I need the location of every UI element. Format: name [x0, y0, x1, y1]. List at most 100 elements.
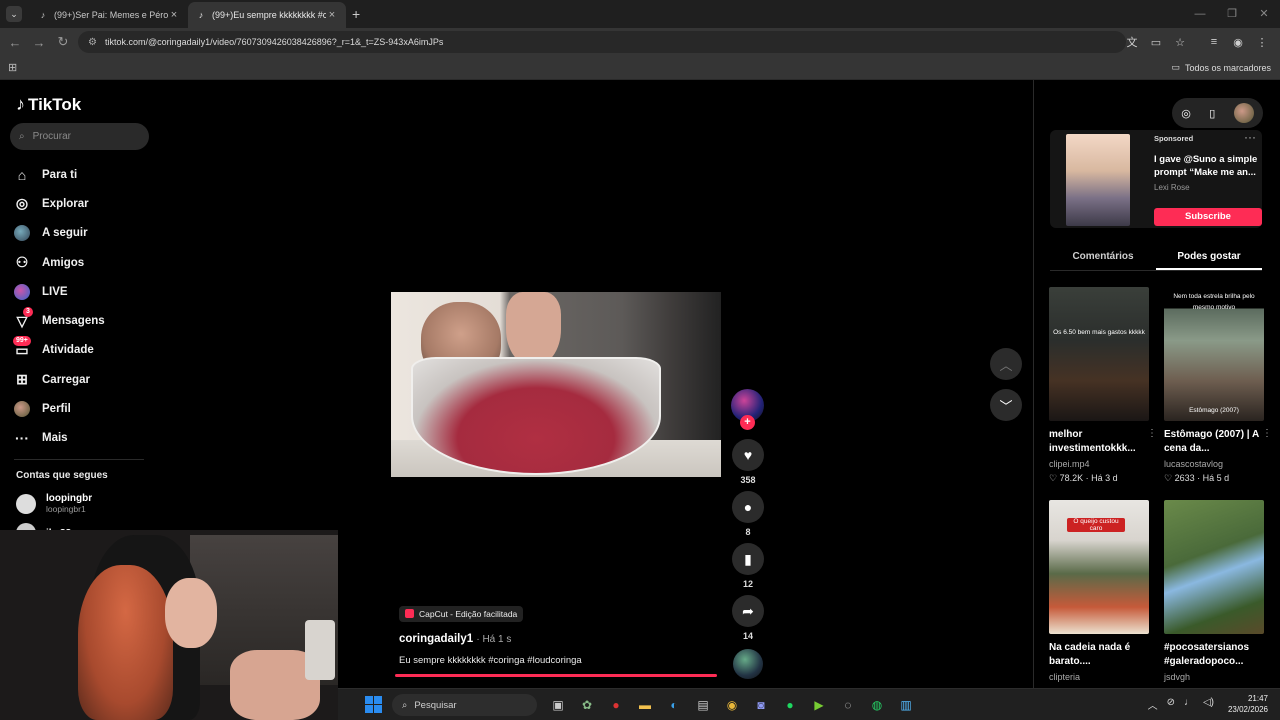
avatar[interactable]	[1233, 103, 1254, 123]
chrome-icon[interactable]: ◉	[720, 693, 744, 717]
task-view-icon[interactable]: ▣	[546, 693, 570, 717]
recommended-video-card[interactable]: Nem toda estrela brilha pelo mesmo motiv…	[1164, 287, 1272, 484]
back-icon[interactable]: ←	[3, 35, 27, 50]
video-thumbnail[interactable]: Os 6.50 bem mais gastos kkkkk	[1049, 287, 1149, 421]
browser-tab-1[interactable]: ♪ (99+)Ser Pai: Memes e Pérolas ×	[30, 2, 188, 28]
capcut-effect-tag[interactable]: CapCut - Edição facilitada	[399, 605, 524, 622]
share-button[interactable]: ➦ 14	[731, 595, 765, 641]
tray-chevron-icon[interactable]: ︿	[1148, 697, 1158, 712]
minimize-icon[interactable]: —	[1184, 0, 1216, 28]
previous-video-button[interactable]: ︿	[990, 348, 1022, 380]
subscribe-button[interactable]: Subscribe	[1154, 208, 1262, 226]
app-green-icon[interactable]: ▶	[807, 693, 831, 717]
close-tab-icon[interactable]: ×	[326, 9, 338, 21]
store-icon[interactable]: ▤	[691, 693, 715, 717]
following-header: Contas que segues	[16, 470, 108, 481]
webcam-person-hair	[78, 565, 173, 720]
file-explorer-icon[interactable]: ▬	[633, 693, 657, 717]
video-thumbnail[interactable]	[1164, 500, 1264, 634]
reload-icon[interactable]: ↻	[51, 34, 75, 50]
sidebar-item-label: Mais	[42, 432, 68, 445]
phone-icon[interactable]: ▯	[1209, 107, 1215, 120]
chevron-up-icon: ︿	[999, 357, 1013, 373]
site-info-icon[interactable]: ⚙	[88, 37, 97, 48]
music-disc[interactable]	[733, 649, 763, 679]
edge-icon[interactable]: ◐	[662, 693, 686, 717]
comment-button[interactable]: ● 8	[731, 491, 765, 537]
like-button[interactable]: ♥ 358	[731, 439, 765, 485]
sidebar-item-a-seguir[interactable]: A seguir	[14, 219, 154, 248]
sidebar-item-explorar[interactable]: ◎ Explorar	[14, 189, 154, 218]
restore-icon[interactable]: ❐	[1216, 0, 1248, 28]
spotify-icon[interactable]: ●	[778, 693, 802, 717]
tab-search-button[interactable]: ⌄	[6, 6, 22, 22]
sidebar-item-live[interactable]: LIVE	[14, 277, 154, 306]
volume-icon[interactable]: ◁)	[1203, 697, 1214, 712]
recommended-video-card[interactable]: Os 6.50 bem mais gastos kkkkk ⋮ melhor i…	[1049, 287, 1157, 484]
cast-icon[interactable]: ▭	[1144, 36, 1168, 49]
sidebar-item-amigos[interactable]: ⚇ Amigos	[14, 248, 154, 277]
obs-icon[interactable]: ◌	[836, 693, 860, 717]
all-bookmarks-button[interactable]: ▭ Todos os marcadores	[1171, 62, 1271, 73]
address-bar-row: ← → ↻ ⚙ tiktok.com/@coringadaily1/video/…	[0, 28, 1280, 56]
more-options-icon[interactable]: ···	[1244, 130, 1256, 144]
next-video-button[interactable]: ﹀	[990, 389, 1022, 421]
network-icon[interactable]: ⊘	[1167, 697, 1175, 712]
more-options-icon[interactable]: ⋮	[1147, 428, 1157, 439]
compass-icon[interactable]: ◎	[1181, 107, 1191, 120]
close-window-icon[interactable]: ✕	[1248, 0, 1280, 28]
browser-menu-icon[interactable]: ⋮	[1250, 36, 1274, 49]
profile-icon[interactable]: ◉	[1226, 36, 1250, 49]
recommended-video-card[interactable]: O queijo custou caro Na cadeia nada é ba…	[1049, 500, 1149, 682]
heart-outline-icon: ♡	[1164, 473, 1173, 483]
sidebar-item-carregar[interactable]: ⊞ Carregar	[14, 365, 154, 394]
browser-tab-2[interactable]: ♪ (99+)Eu sempre kkkkkkkk #cori ×	[188, 2, 346, 28]
sidebar-item-para-ti[interactable]: ⌂ Para ti	[14, 160, 154, 189]
sponsored-ad[interactable]: Sponsored ··· I gave @Suno a simple prom…	[1050, 130, 1262, 228]
video-thumbnail[interactable]: Nem toda estrela brilha pelo mesmo motiv…	[1164, 287, 1264, 421]
video-thumbnail[interactable]: O queijo custou caro	[1049, 500, 1149, 634]
sidebar-item-label: Perfil	[42, 403, 71, 416]
whatsapp-icon[interactable]: ◍	[865, 693, 889, 717]
translate-icon[interactable]: 文	[1120, 34, 1144, 50]
more-options-icon[interactable]: ⋮	[1262, 428, 1272, 439]
sidebar-item-atividade[interactable]: ▭ 99+ Atividade	[13, 336, 154, 365]
ad-thumbnail[interactable]	[1066, 134, 1130, 226]
compass-icon: ◎	[15, 195, 29, 212]
webcam-person-face	[165, 578, 217, 648]
tab-comentarios[interactable]: Comentários	[1050, 243, 1156, 270]
close-tab-icon[interactable]: ×	[168, 9, 180, 21]
sidebar-item-mais[interactable]: ··· Mais	[14, 424, 154, 453]
forward-icon[interactable]: →	[27, 35, 51, 50]
apps-grid-icon[interactable]: ⊞	[8, 61, 17, 74]
taskbar-search[interactable]: ⌕ Pesquisar	[392, 694, 537, 716]
tab-podes-gostar[interactable]: Podes gostar	[1156, 243, 1262, 270]
bookmark-star-icon[interactable]: ☆	[1168, 36, 1192, 49]
chevron-down-icon: ﹀	[999, 398, 1013, 414]
video-bowl	[411, 357, 661, 475]
tiktok-logo[interactable]: ♪ TikTok	[16, 94, 81, 115]
discord-icon[interactable]: ◙	[749, 693, 773, 717]
notepad-icon[interactable]: ▥	[894, 693, 918, 717]
following-account[interactable]: loopingbr loopingbr1	[16, 493, 92, 514]
media-icon[interactable]: ≡	[1202, 36, 1226, 48]
taskbar-clock[interactable]: 21:47 23/02/2026	[1228, 693, 1268, 715]
card-stats: ♡ 2633 · Há 5 d	[1164, 473, 1230, 483]
url-field[interactable]: ⚙ tiktok.com/@coringadaily1/video/760730…	[78, 31, 1126, 53]
browser-tab-strip: ⌄ ♪ (99+)Ser Pai: Memes e Pérolas × ♪ (9…	[0, 0, 1280, 28]
search-input[interactable]: ⌕ Procurar	[10, 123, 149, 150]
video-player[interactable]	[391, 292, 721, 477]
video-author[interactable]: coringadaily1 · Há 1 s	[399, 633, 719, 645]
video-progress-bar[interactable]	[395, 674, 717, 677]
recommended-video-card[interactable]: #pocosatersianos #galeradopoco... jsdvgh	[1164, 500, 1264, 682]
widgets-icon[interactable]: ✿	[575, 693, 599, 717]
sidebar-item-mensagens[interactable]: ▽ 3 Mensagens	[14, 306, 154, 335]
save-button[interactable]: ▮ 12	[731, 543, 765, 589]
new-tab-button[interactable]: +	[352, 6, 360, 22]
follow-plus-icon[interactable]: +	[740, 415, 755, 430]
app-red-icon[interactable]: ●	[604, 693, 628, 717]
sidebar-item-perfil[interactable]: Perfil	[14, 394, 154, 423]
card-stats: ♡ 78.2K · Há 3 d	[1049, 473, 1118, 483]
mic-icon[interactable]: ♩	[1184, 697, 1194, 712]
windows-start-icon[interactable]	[365, 696, 382, 713]
